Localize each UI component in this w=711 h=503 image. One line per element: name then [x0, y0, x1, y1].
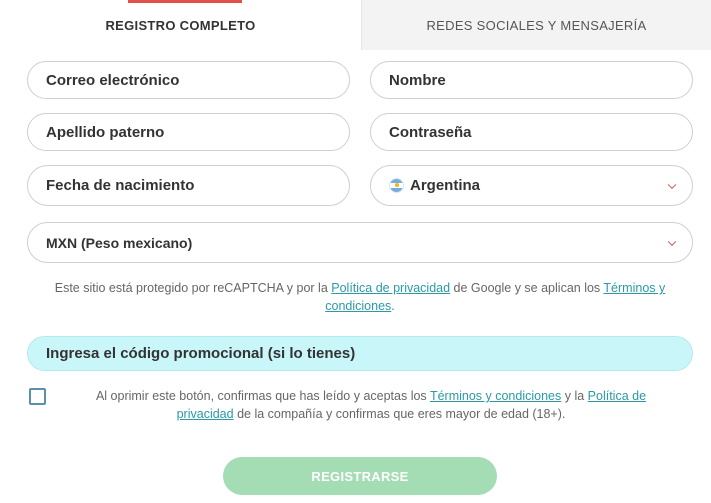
- promo-code-button[interactable]: Ingresa el código promocional (si lo tie…: [27, 336, 693, 371]
- country-select[interactable]: Argentina: [370, 165, 693, 206]
- promo-code-label: Ingresa el código promocional (si lo tie…: [46, 345, 356, 362]
- registration-tabs: REGISTRO COMPLETO REDES SOCIALES Y MENSA…: [0, 0, 711, 50]
- chevron-down-icon: [667, 180, 677, 189]
- agreement-checkbox[interactable]: [29, 388, 46, 405]
- email-input[interactable]: [46, 62, 349, 98]
- currency-value: MXN (Peso mexicano): [46, 234, 193, 251]
- password-field[interactable]: [370, 113, 693, 151]
- recaptcha-text: de Google y se aplican los: [450, 281, 604, 295]
- password-input[interactable]: [389, 114, 692, 150]
- name-input[interactable]: [389, 62, 692, 98]
- chevron-down-icon: [667, 237, 677, 246]
- country-value: Argentina: [410, 177, 481, 194]
- agreement-text-part: y la: [561, 389, 588, 403]
- surname-input[interactable]: [46, 114, 349, 150]
- recaptcha-text: .: [391, 299, 395, 313]
- argentina-flag-icon: [389, 178, 404, 193]
- tab-redes-sociales[interactable]: REDES SOCIALES Y MENSAJERÍA: [361, 0, 711, 50]
- currency-select[interactable]: MXN (Peso mexicano): [27, 222, 693, 263]
- agreement-text-part: Al oprimir este botón, confirmas que has…: [95, 389, 430, 403]
- google-privacy-link[interactable]: Política de privacidad: [331, 281, 450, 295]
- name-field[interactable]: [370, 61, 693, 99]
- surname-field[interactable]: [27, 113, 350, 151]
- recaptcha-text: Este sitio está protegido por reCAPTCHA …: [54, 281, 332, 295]
- agreement-text-part: de la compañía y confirmas que eres mayo…: [233, 407, 566, 421]
- tab-registro-completo[interactable]: REGISTRO COMPLETO: [0, 0, 361, 50]
- terms-link[interactable]: Términos y condiciones: [430, 389, 561, 403]
- birthdate-input[interactable]: [46, 166, 349, 205]
- recaptcha-notice: Este sitio está protegido por reCAPTCHA …: [40, 279, 680, 315]
- register-button[interactable]: REGISTRARSE: [223, 457, 497, 495]
- agreement-text: Al oprimir este botón, confirmas que has…: [80, 387, 662, 423]
- birthdate-field[interactable]: [27, 165, 350, 206]
- email-field[interactable]: [27, 61, 350, 99]
